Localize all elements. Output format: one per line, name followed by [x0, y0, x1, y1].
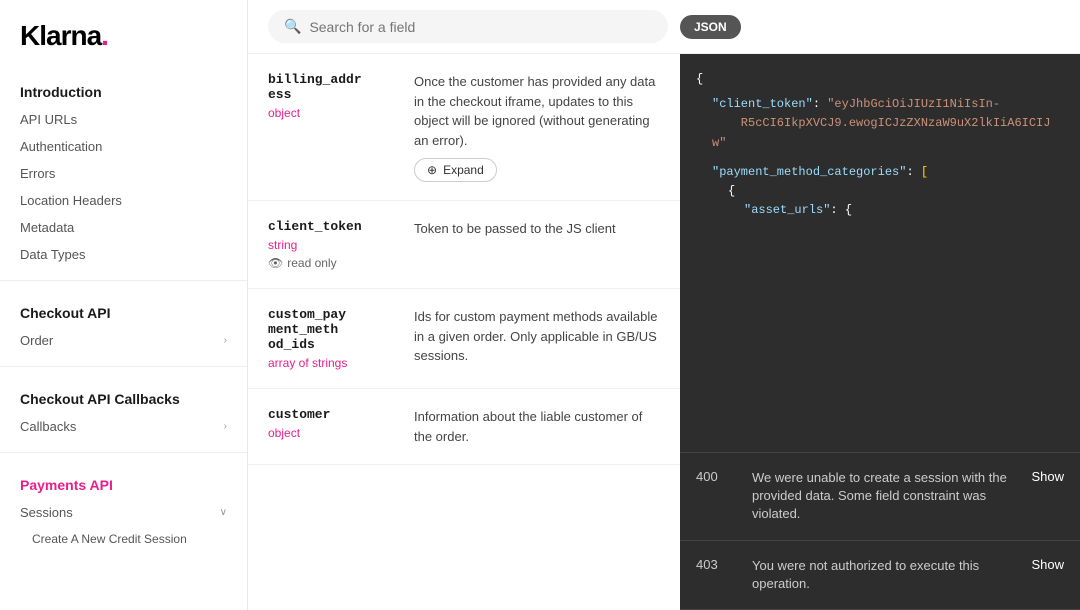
- field-name-billing: billing_address: [268, 72, 398, 102]
- chevron-right-icon: ›: [224, 335, 227, 346]
- field-readonly-badge: 👁 read only: [268, 256, 398, 270]
- search-icon: 🔍: [284, 18, 301, 35]
- field-name-col-customer: customer object: [268, 407, 398, 446]
- field-type-custom-payment: array of strings: [268, 356, 398, 370]
- field-desc-custom-payment: Ids for custom payment methods available…: [414, 307, 660, 366]
- section-title-payments-api: Payments API: [0, 465, 247, 499]
- json-panel: { "client_token": "eyJhbGciOiJIUzI1NiIsI…: [680, 54, 1080, 610]
- field-desc-col-customer: Information about the liable customer of…: [414, 407, 660, 446]
- field-row-customer: customer object Information about the li…: [248, 389, 680, 465]
- sidebar-item-sessions[interactable]: Sessions ∨: [0, 499, 247, 526]
- field-type-customer: object: [268, 426, 398, 440]
- field-desc-col-client-token: Token to be passed to the JS client: [414, 219, 660, 270]
- divider-1: [0, 280, 247, 281]
- json-open-brace: {: [696, 70, 1064, 89]
- status-row-403: 403 You were not authorized to execute t…: [680, 541, 1080, 610]
- content-panels: billing_address object Once the customer…: [248, 54, 1080, 610]
- sidebar-item-order[interactable]: Order ›: [0, 327, 247, 354]
- sidebar-item-callbacks[interactable]: Callbacks ›: [0, 413, 247, 440]
- json-client-token-line: "client_token": "eyJhbGciOiJIUzI1NiIsIn-…: [696, 95, 1064, 153]
- search-bar: 🔍 JSON: [248, 0, 1080, 54]
- field-name-col-billing: billing_address object: [268, 72, 398, 182]
- json-payment-categories-line: "payment_method_categories": [: [696, 163, 1064, 182]
- field-name-col-custom-payment: custom_payment_method_ids array of strin…: [268, 307, 398, 370]
- section-title-introduction: Introduction: [0, 72, 247, 106]
- expand-circle-icon: ⊕: [427, 163, 437, 177]
- status-code-403: 403: [696, 557, 736, 572]
- status-desc-400: We were unable to create a session with …: [752, 469, 1015, 524]
- expand-button-billing[interactable]: ⊕ Expand: [414, 158, 497, 182]
- status-show-403[interactable]: Show: [1031, 557, 1064, 572]
- sidebar-item-location-headers[interactable]: Location Headers: [0, 187, 247, 214]
- field-name-customer: customer: [268, 407, 398, 422]
- sidebar-item-data-types[interactable]: Data Types: [0, 241, 247, 268]
- json-toggle-badge[interactable]: JSON: [680, 15, 741, 39]
- sidebar: Klarna. Introduction API URLs Authentica…: [0, 0, 248, 610]
- search-input-wrap[interactable]: 🔍: [268, 10, 668, 43]
- sidebar-section-checkout-callbacks: Checkout API Callbacks Callbacks ›: [0, 379, 247, 440]
- divider-2: [0, 366, 247, 367]
- field-type-billing: object: [268, 106, 398, 120]
- sidebar-item-authentication[interactable]: Authentication: [0, 133, 247, 160]
- field-name-client-token: client_token: [268, 219, 398, 234]
- field-name-custom-payment: custom_payment_method_ids: [268, 307, 398, 352]
- field-desc-client-token: Token to be passed to the JS client: [414, 219, 660, 239]
- main-content: 🔍 JSON billing_address object Once the c…: [248, 0, 1080, 610]
- divider-3: [0, 452, 247, 453]
- field-row-client-token: client_token string 👁 read only Token to…: [248, 201, 680, 289]
- field-desc-col-custom-payment: Ids for custom payment methods available…: [414, 307, 660, 370]
- field-row-custom-payment: custom_payment_method_ids array of strin…: [248, 289, 680, 389]
- logo: Klarna.: [0, 20, 247, 72]
- chevron-down-icon: ∨: [220, 507, 227, 518]
- json-asset-urls-line: "asset_urls": {: [696, 201, 1064, 220]
- status-desc-403: You were not authorized to execute this …: [752, 557, 1015, 593]
- sidebar-section-payments-api: Payments API Sessions ∨ Create A New Cre…: [0, 465, 247, 552]
- status-code-400: 400: [696, 469, 736, 484]
- sidebar-item-api-urls[interactable]: API URLs: [0, 106, 247, 133]
- field-desc-billing: Once the customer has provided any data …: [414, 72, 660, 150]
- eye-icon: 👁: [268, 256, 283, 270]
- status-row-400: 400 We were unable to create a session w…: [680, 453, 1080, 541]
- field-type-client-token: string: [268, 238, 398, 252]
- sidebar-item-errors[interactable]: Errors: [0, 160, 247, 187]
- chevron-right-icon-2: ›: [224, 421, 227, 432]
- logo-text: Klarna.: [20, 20, 108, 51]
- json-inner-open: {: [696, 182, 1064, 201]
- sidebar-item-metadata[interactable]: Metadata: [0, 214, 247, 241]
- search-input[interactable]: [309, 19, 652, 35]
- field-name-col-client-token: client_token string 👁 read only: [268, 219, 398, 270]
- status-show-400[interactable]: Show: [1031, 469, 1064, 484]
- field-row-billing-address: billing_address object Once the customer…: [248, 54, 680, 201]
- sidebar-section-checkout-api: Checkout API Order ›: [0, 293, 247, 354]
- field-desc-customer: Information about the liable customer of…: [414, 407, 660, 446]
- sidebar-item-create-credit-session[interactable]: Create A New Credit Session: [0, 526, 247, 552]
- json-code-block: { "client_token": "eyJhbGciOiJIUzI1NiIsI…: [680, 54, 1080, 452]
- sidebar-section-introduction: Introduction API URLs Authentication Err…: [0, 72, 247, 268]
- fields-panel: billing_address object Once the customer…: [248, 54, 680, 610]
- section-title-checkout-api: Checkout API: [0, 293, 247, 327]
- section-title-checkout-callbacks: Checkout API Callbacks: [0, 379, 247, 413]
- field-desc-col-billing: Once the customer has provided any data …: [414, 72, 660, 182]
